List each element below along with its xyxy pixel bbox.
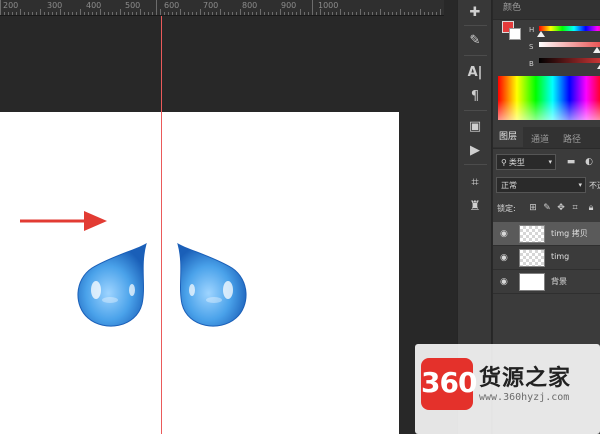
hue-label: H bbox=[529, 26, 535, 34]
brush-lock-icon[interactable]: ✎ bbox=[541, 202, 553, 214]
tab-color[interactable]: 颜色 bbox=[503, 0, 521, 13]
blend-mode-value: 正常 bbox=[501, 180, 517, 190]
brush-icon[interactable]: ✎ bbox=[465, 30, 485, 50]
layer-row[interactable]: ◉ 背景 bbox=[493, 270, 600, 294]
play-icon[interactable]: ▶ bbox=[465, 140, 485, 160]
saturation-slider[interactable] bbox=[539, 42, 600, 47]
canvas-workspace[interactable]: 200 300 400 500 600 700 800 900 1000 bbox=[0, 0, 444, 434]
watermark-title: 货源之家 bbox=[479, 365, 572, 391]
layer-name: timg bbox=[551, 252, 570, 261]
tab-channels[interactable]: 通道 bbox=[531, 132, 549, 145]
layer-thumbnail bbox=[519, 225, 545, 243]
text-icon[interactable]: A| bbox=[465, 62, 485, 82]
crop-icon[interactable]: ⌗ bbox=[465, 172, 485, 192]
move-lock-icon[interactable]: ✥ bbox=[555, 202, 567, 214]
layer-name: timg 拷贝 bbox=[551, 229, 588, 238]
color-panel-tabbar: 颜色 bbox=[493, 0, 600, 20]
artboard-lock-icon[interactable]: ⌗ bbox=[569, 202, 581, 214]
layers-comp-icon[interactable]: ▣ bbox=[465, 116, 485, 136]
saturation-slider-thumb[interactable] bbox=[593, 47, 600, 53]
filter-kind-label: 类型 bbox=[508, 157, 525, 167]
adjustment-filter-icon[interactable]: ◐ bbox=[583, 156, 595, 168]
tab-layers[interactable]: 图层 bbox=[493, 127, 524, 147]
layer-thumbnail bbox=[519, 249, 545, 267]
layer-row[interactable]: ◉ timg bbox=[493, 246, 600, 270]
lock-pixels-icon[interactable]: ⊞ bbox=[527, 202, 539, 214]
brightness-label: B bbox=[529, 60, 534, 68]
water-drop-right bbox=[177, 242, 247, 327]
tab-paths[interactable]: 路径 bbox=[563, 132, 581, 145]
water-drop-left bbox=[77, 242, 147, 327]
search-icon: ⚲ bbox=[501, 157, 507, 167]
puzzle-icon[interactable]: ✚ bbox=[465, 2, 485, 22]
canvas-artwork bbox=[20, 211, 247, 327]
eye-icon[interactable]: ◉ bbox=[500, 277, 510, 287]
watermark-url: www.360hyzj.com bbox=[479, 392, 570, 403]
brightness-slider[interactable] bbox=[539, 58, 600, 63]
hue-slider-thumb[interactable] bbox=[537, 31, 545, 37]
divider bbox=[464, 164, 487, 165]
color-spectrum[interactable] bbox=[498, 76, 600, 120]
watermark-logo-number: 360 bbox=[421, 366, 477, 399]
saturation-label: S bbox=[529, 43, 534, 51]
layers-panel-tabbar: 图层 通道 路径 bbox=[493, 127, 600, 149]
chevron-down-icon: ▾ bbox=[548, 158, 552, 166]
stamp-icon[interactable]: ♜ bbox=[465, 196, 485, 216]
divider bbox=[464, 25, 487, 26]
lock-all-icon[interactable]: 🔒︎ bbox=[585, 202, 597, 214]
site-watermark: 360 货源之家 www.360hyzj.com bbox=[415, 344, 600, 434]
hue-slider[interactable] bbox=[539, 26, 600, 31]
image-filter-icon[interactable]: ▬ bbox=[565, 156, 577, 168]
paragraph-icon[interactable]: ¶ bbox=[465, 86, 485, 106]
eye-icon[interactable]: ◉ bbox=[500, 253, 510, 263]
vertical-guide[interactable] bbox=[161, 16, 162, 434]
blend-mode-select[interactable]: 正常 ▾ bbox=[496, 177, 586, 193]
layer-row[interactable]: ◉ timg 拷贝 bbox=[493, 222, 600, 246]
opacity-label: 不透 bbox=[589, 181, 600, 190]
lock-label: 锁定: bbox=[497, 204, 516, 213]
divider bbox=[464, 55, 487, 56]
layer-filter-select[interactable]: ⚲ 类型 ▾ bbox=[496, 154, 556, 170]
layer-name: 背景 bbox=[551, 277, 567, 286]
red-arrow bbox=[20, 211, 107, 231]
background-color-swatch[interactable] bbox=[509, 28, 521, 40]
layer-thumbnail bbox=[519, 273, 545, 291]
divider bbox=[464, 110, 487, 111]
chevron-down-icon: ▾ bbox=[578, 181, 582, 189]
eye-icon[interactable]: ◉ bbox=[500, 229, 510, 239]
